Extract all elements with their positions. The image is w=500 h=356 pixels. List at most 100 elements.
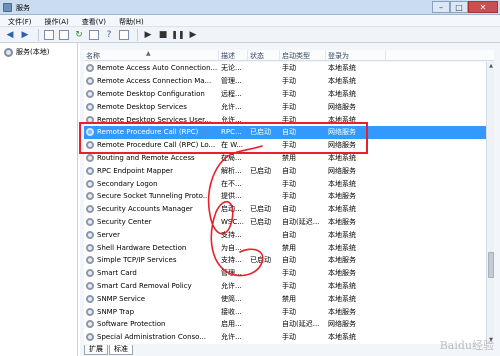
gear-icon bbox=[86, 294, 94, 303]
menu-file[interactable]: 文件(F) bbox=[0, 15, 37, 26]
table-row[interactable]: RPC Endpoint Mapper 解析... 已启动 自动 网络服务 bbox=[84, 164, 486, 177]
start-icon[interactable]: ▶ bbox=[142, 29, 154, 41]
service-name-cell: Simple TCP/IP Services bbox=[84, 256, 219, 265]
gear-icon bbox=[86, 153, 94, 162]
gear-icon bbox=[86, 230, 94, 239]
column-header-description[interactable]: 描述 bbox=[219, 50, 248, 60]
service-name-cell: Software Protection bbox=[84, 320, 219, 329]
tree-node-services-local[interactable]: 服务(本地) bbox=[4, 47, 49, 57]
service-name-cell: Remote Procedure Call (RPC) bbox=[84, 128, 219, 137]
close-button[interactable]: ✕ bbox=[468, 1, 498, 13]
service-logon-as: 本地服务 bbox=[328, 307, 356, 316]
table-row[interactable]: Smart Card 管理... 手动 本地服务 bbox=[84, 267, 486, 280]
gear-icon bbox=[86, 128, 94, 137]
service-startup-type: 手动 bbox=[282, 89, 296, 98]
scroll-up-icon[interactable]: ▲ bbox=[487, 62, 495, 70]
service-name: Secure Socket Tunneling Proto... bbox=[97, 192, 210, 201]
service-description: 启用... bbox=[221, 320, 242, 329]
menu-action[interactable]: 操作(A) bbox=[37, 15, 74, 26]
service-startup-type: 手动 bbox=[282, 77, 296, 86]
tab-extended[interactable]: 扩展 bbox=[84, 345, 108, 355]
forward-icon[interactable]: ▶ bbox=[19, 29, 31, 41]
table-row[interactable]: Remote Desktop Services 允许... 手动 网络服务 bbox=[84, 100, 486, 113]
column-header-name[interactable]: 名称 ▲ bbox=[84, 50, 219, 60]
table-row[interactable]: Remote Procedure Call (RPC) Lo... 在 W... 手… bbox=[84, 139, 486, 152]
vertical-scrollbar[interactable]: ▲ ▼ bbox=[486, 62, 494, 344]
table-row[interactable]: Server 支持... 自动 本地系统 bbox=[84, 228, 486, 241]
table-row[interactable]: Simple TCP/IP Services 支持... 已启动 自动 本地服务 bbox=[84, 254, 486, 267]
table-row[interactable]: Smart Card Removal Policy 允许... 手动 本地系统 bbox=[84, 280, 486, 293]
service-startup-type: 自动(延迟... bbox=[282, 217, 320, 226]
table-row[interactable]: Remote Access Auto Connection... 无论... 手动 本… bbox=[84, 62, 486, 75]
refresh-icon[interactable]: ↻ bbox=[73, 29, 85, 41]
service-name-cell: Security Accounts Manager bbox=[84, 205, 219, 214]
table-row[interactable]: Security Accounts Manager 启动... 已启动 自动 本地系统 bbox=[84, 203, 486, 216]
table-row[interactable]: Software Protection 启用... 自动(延迟... 网络服务 bbox=[84, 318, 486, 331]
service-status: 已启动 bbox=[250, 128, 271, 137]
service-logon-as: 本地系统 bbox=[328, 205, 356, 214]
menu-bar: 文件(F) 操作(A) 查看(V) 帮助(H) bbox=[0, 15, 500, 27]
watermark: Baidu经验 bbox=[439, 339, 494, 352]
service-name: Routing and Remote Access bbox=[97, 153, 195, 162]
view-icon[interactable] bbox=[118, 29, 130, 41]
table-row[interactable]: Remote Access Connection Ma... 管理... 手动 本地系… bbox=[84, 75, 486, 88]
service-startup-type: 手动 bbox=[282, 333, 296, 342]
gear-icon bbox=[86, 269, 94, 278]
service-name: RPC Endpoint Mapper bbox=[97, 166, 173, 175]
service-logon-as: 本地系统 bbox=[328, 243, 356, 252]
table-row[interactable]: Remote Desktop Services User... 允许... 手动 本地… bbox=[84, 113, 486, 126]
scroll-thumb[interactable] bbox=[488, 252, 494, 278]
show-hide-tree-icon[interactable] bbox=[43, 29, 55, 41]
service-name-cell: Shell Hardware Detection bbox=[84, 243, 219, 252]
table-row[interactable]: Routing and Remote Access 在局... 禁用 本地系统 bbox=[84, 152, 486, 165]
export-icon[interactable] bbox=[88, 29, 100, 41]
table-row[interactable]: Secondary Logon 在不... 手动 本地系统 bbox=[84, 177, 486, 190]
service-name: Remote Procedure Call (RPC) bbox=[97, 128, 199, 137]
table-row[interactable]: SNMP Trap 接收... 手动 本地服务 bbox=[84, 305, 486, 318]
minimize-button[interactable]: – bbox=[432, 1, 450, 13]
properties-icon[interactable] bbox=[58, 29, 70, 41]
service-startup-type: 禁用 bbox=[282, 153, 296, 162]
table-row[interactable]: Remote Procedure Call (RPC) RPC... 已启动 自动 网络… bbox=[84, 125, 486, 139]
service-description: 接收... bbox=[221, 307, 242, 316]
service-name: Simple TCP/IP Services bbox=[97, 256, 177, 265]
column-header: 名称 ▲ 描述 状态 启动类型 登录为 bbox=[84, 50, 494, 61]
gear-icon bbox=[86, 141, 94, 150]
column-header-startup-type[interactable]: 启动类型 bbox=[280, 50, 326, 60]
service-logon-as: 本地服务 bbox=[328, 192, 356, 201]
help-icon[interactable]: ? bbox=[103, 29, 115, 41]
gear-icon bbox=[86, 205, 94, 214]
column-header-status[interactable]: 状态 bbox=[248, 50, 280, 60]
maximize-button[interactable]: □ bbox=[450, 1, 468, 13]
service-logon-as: 网络服务 bbox=[328, 128, 356, 137]
service-description: 管理... bbox=[221, 77, 242, 86]
table-row[interactable]: Security Center WSC... 已启动 自动(延迟... 本地服务 bbox=[84, 216, 486, 229]
table-row[interactable]: Special Administration Conso... 允许... 手动 本地… bbox=[84, 331, 486, 344]
restart-icon[interactable]: ▶ bbox=[187, 29, 199, 41]
service-logon-as: 本地系统 bbox=[328, 179, 356, 188]
stop-icon[interactable]: ■ bbox=[157, 29, 169, 41]
table-row[interactable]: Shell Hardware Detection 为自... 禁用 本地系统 bbox=[84, 241, 486, 254]
window-title: 服务 bbox=[16, 4, 30, 12]
gear-icon bbox=[86, 77, 94, 86]
pause-icon[interactable]: ❚❚ bbox=[171, 29, 184, 41]
service-startup-type: 手动 bbox=[282, 192, 296, 201]
table-row[interactable]: Secure Socket Tunneling Proto... 提供... 手动 本… bbox=[84, 190, 486, 203]
tab-standard[interactable]: 标准 bbox=[109, 345, 133, 355]
menu-view[interactable]: 查看(V) bbox=[74, 15, 111, 26]
service-startup-type: 手动 bbox=[282, 307, 296, 316]
back-icon[interactable]: ◀ bbox=[4, 29, 16, 41]
service-description: 在不... bbox=[221, 179, 242, 188]
table-row[interactable]: Remote Desktop Configuration 远程... 手动 本地系统 bbox=[84, 88, 486, 101]
service-description: 启动... bbox=[221, 205, 242, 214]
menu-help[interactable]: 帮助(H) bbox=[111, 15, 149, 26]
column-header-logon-as[interactable]: 登录为 bbox=[326, 50, 386, 60]
service-startup-type: 自动 bbox=[282, 166, 296, 175]
service-startup-type: 自动 bbox=[282, 128, 296, 137]
service-startup-type: 自动(延迟... bbox=[282, 320, 320, 329]
service-name-cell: Routing and Remote Access bbox=[84, 153, 219, 162]
service-name: SNMP Service bbox=[97, 294, 146, 303]
table-row[interactable]: SNMP Service 使简... 禁用 本地系统 bbox=[84, 292, 486, 305]
service-startup-type: 手动 bbox=[282, 281, 296, 290]
gear-icon bbox=[86, 166, 94, 175]
